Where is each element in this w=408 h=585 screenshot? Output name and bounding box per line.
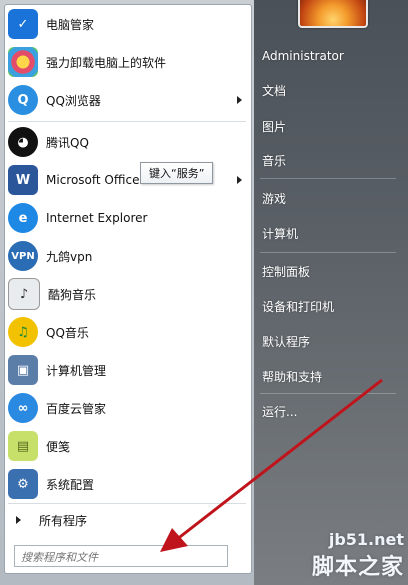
- divider: [8, 503, 246, 504]
- program-item-sticky-notes[interactable]: ▤ 便笺: [4, 428, 250, 464]
- divider: [260, 252, 396, 253]
- place-label: Administrator: [262, 49, 344, 63]
- submenu-arrow-icon[interactable]: [237, 176, 242, 184]
- place-help-support[interactable]: 帮助和支持: [262, 365, 402, 387]
- program-item-ie[interactable]: e Internet Explorer: [4, 200, 250, 236]
- program-item-qq-music[interactable]: ♫ QQ音乐: [4, 314, 250, 350]
- internet-explorer-icon: e: [8, 203, 38, 233]
- program-label: 系统配置: [46, 477, 95, 492]
- watermark-brand: 脚本之家: [311, 555, 404, 580]
- place-default-programs[interactable]: 默认程序: [262, 330, 402, 352]
- program-label: Microsoft Office: [46, 173, 140, 187]
- program-item-computer-management[interactable]: ▣ 计算机管理: [4, 352, 250, 388]
- place-label: 计算机: [262, 226, 299, 241]
- place-administrator[interactable]: Administrator: [262, 45, 402, 67]
- tooltip: 键入“服务”: [140, 162, 214, 184]
- place-games[interactable]: 游戏: [262, 187, 402, 209]
- all-programs-button[interactable]: 所有程序: [4, 507, 250, 533]
- program-label: QQ浏览器: [46, 93, 101, 108]
- program-item-baidu-cloud[interactable]: ∞ 百度云管家: [4, 390, 250, 426]
- program-label: 电脑管家: [46, 17, 95, 32]
- program-item-uninstaller[interactable]: 强力卸载电脑上的软件: [4, 44, 250, 80]
- program-item-qq[interactable]: ◕ 腾讯QQ: [4, 124, 250, 160]
- program-label: Internet Explorer: [46, 211, 148, 225]
- place-label: 设备和打印机: [262, 299, 335, 314]
- triangle-right-icon: [16, 516, 21, 524]
- program-item-qq-browser[interactable]: Q QQ浏览器: [4, 82, 250, 118]
- place-pictures[interactable]: 图片: [262, 115, 402, 137]
- qq-music-icon: ♫: [8, 317, 38, 347]
- watermark-site: jb51.net: [328, 530, 404, 549]
- divider: [260, 393, 396, 394]
- user-avatar[interactable]: [298, 0, 368, 28]
- program-label: 百度云管家: [46, 401, 107, 416]
- program-item-vpn[interactable]: VPN 九鸽vpn: [4, 238, 250, 274]
- vpn-icon: VPN: [8, 241, 38, 271]
- program-label: 便笺: [46, 439, 71, 454]
- qq-browser-icon: Q: [8, 85, 38, 115]
- cloud-icon: ∞: [8, 393, 38, 423]
- place-label: 图片: [262, 119, 287, 134]
- program-item-pc-manager[interactable]: ✓ 电脑管家: [4, 6, 250, 42]
- watermark: jb51.net 脚本之家: [312, 530, 404, 581]
- sticky-note-icon: ▤: [8, 431, 38, 461]
- submenu-arrow-icon[interactable]: [237, 96, 242, 104]
- system-config-icon: ⚙: [8, 469, 38, 499]
- word-document-icon: W: [8, 165, 38, 195]
- program-label: 计算机管理: [46, 363, 107, 378]
- search-input[interactable]: [15, 547, 227, 568]
- place-label: 控制面板: [262, 264, 311, 279]
- place-computer[interactable]: 计算机: [262, 222, 402, 244]
- computer-management-icon: ▣: [8, 355, 38, 385]
- penguin-icon: ◕: [8, 127, 38, 157]
- place-label: 运行...: [262, 404, 298, 419]
- program-label: 腾讯QQ: [46, 135, 89, 150]
- place-label: 默认程序: [262, 334, 311, 349]
- divider: [260, 178, 396, 179]
- tooltip-text: 键入“服务”: [149, 167, 205, 180]
- place-label: 音乐: [262, 153, 287, 168]
- place-label: 帮助和支持: [262, 369, 323, 384]
- shield-check-icon: ✓: [8, 9, 38, 39]
- place-label: 游戏: [262, 191, 287, 206]
- program-label: 九鸽vpn: [46, 249, 93, 264]
- place-control-panel[interactable]: 控制面板: [262, 260, 402, 282]
- program-label: 强力卸载电脑上的软件: [46, 55, 167, 70]
- all-programs-label: 所有程序: [39, 513, 88, 528]
- program-item-kugou[interactable]: ♪ 酷狗音乐: [4, 276, 250, 312]
- divider: [8, 121, 246, 122]
- flower-petals-icon: [8, 47, 38, 77]
- program-label: 酷狗音乐: [48, 287, 97, 302]
- place-run[interactable]: 运行...: [262, 400, 402, 422]
- place-music[interactable]: 音乐: [262, 149, 402, 171]
- program-item-system-config[interactable]: ⚙ 系统配置: [4, 466, 250, 502]
- place-label: 文档: [262, 83, 287, 98]
- music-note-icon: ♪: [8, 278, 40, 310]
- search-box[interactable]: [14, 545, 228, 568]
- program-label: QQ音乐: [46, 325, 89, 340]
- place-documents[interactable]: 文档: [262, 79, 402, 101]
- place-devices-printers[interactable]: 设备和打印机: [262, 295, 402, 317]
